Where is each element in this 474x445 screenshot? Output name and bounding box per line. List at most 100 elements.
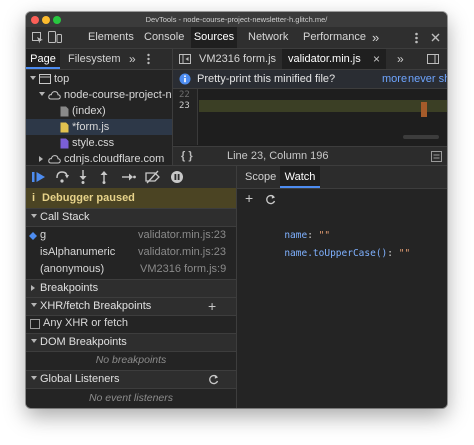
expanded-arrow-icon [31,214,37,218]
xhr-breakpoints-header[interactable]: XHR/fetch Breakpoints + [26,297,236,316]
any-xhr-checkbox[interactable] [30,319,40,329]
refresh-icon[interactable] [208,374,219,385]
cursor-position: Line 23, Column 196 [227,150,329,162]
tab-sources[interactable]: Sources [191,27,237,48]
pretty-print-button[interactable]: { } [181,147,193,166]
frame-name: g [40,229,47,241]
debugger-sidebar: i Debugger paused Call Stack g validator… [26,166,237,408]
watch-expression-row[interactable]: name.toUpperCase(): "" [250,237,410,270]
section-title: Breakpoints [40,282,99,294]
add-xhr-breakpoint-button[interactable]: + [208,298,216,315]
cloud-icon [48,155,61,164]
call-frame-row[interactable]: (anonymous) VM2316 form.js:9 [26,261,236,278]
tree-label: (index) [72,105,106,117]
collapsed-arrow-icon [39,156,43,162]
close-tab-icon[interactable]: × [373,49,380,69]
dom-breakpoints-header[interactable]: DOM Breakpoints [26,333,236,352]
scroll-marker-small [421,113,427,117]
collapsed-arrow-icon [31,285,35,291]
close-window-button[interactable] [31,16,39,24]
infobar-more-link[interactable]: more [382,70,407,88]
watch-separator: : [387,248,399,259]
source-editor: VM2316 form.js validator.min.js × » Pret… [173,49,447,166]
tab-performance[interactable]: Performance [303,27,366,48]
section-title: DOM Breakpoints [40,336,127,348]
editor-tab-validator[interactable]: validator.min.js × [282,49,386,69]
inspect-element-icon[interactable] [32,32,44,44]
tab-console[interactable]: Console [144,27,184,48]
editor-more-icon[interactable]: » [397,49,404,69]
debugger-paused-banner: i Debugger paused [26,188,236,208]
script-file-icon [60,122,69,133]
call-stack-header[interactable]: Call Stack [26,208,236,227]
toggle-navigator-icon[interactable] [179,54,191,64]
refresh-watch-icon[interactable] [265,194,276,205]
tab-scope[interactable]: Scope [245,166,276,188]
global-listeners-header[interactable]: Global Listeners [26,370,236,389]
scope-watch-tabs: Scope Watch [237,166,447,189]
tree-item-form-js[interactable]: *form.js [26,119,172,135]
paused-label: Debugger paused [42,192,135,204]
coverage-icon[interactable] [431,151,442,162]
tab-elements[interactable]: Elements [88,27,134,48]
never-show-link[interactable]: never show [408,70,447,88]
add-watch-expression-button[interactable]: + [245,190,253,206]
file-navigator: Page Filesystem » top node-course-projec… [26,49,178,165]
stylesheet-file-icon [60,138,69,149]
section-title: Call Stack [40,211,90,223]
step-into-icon[interactable] [78,170,88,184]
minimize-window-button[interactable] [42,16,50,24]
device-toolbar-icon[interactable] [48,31,62,44]
devtools-window: DevTools - node-course-project-newslette… [26,12,447,408]
line-number: 23 [179,101,190,111]
zoom-window-button[interactable] [53,16,61,24]
expanded-arrow-icon [31,339,37,343]
debugger-toolbar [26,166,236,189]
watch-pane: Scope Watch + name: "" name.toUpperCase(… [237,166,447,408]
navigator-menu-icon[interactable] [146,53,151,65]
editor-status-bar: { } Line 23, Column 196 [173,146,447,166]
document-icon [60,106,69,117]
navigator-tab-bar: Page Filesystem » [26,49,172,70]
section-title: Global Listeners [40,373,120,385]
current-frame-icon [29,232,37,240]
frame-icon [39,74,51,84]
navigator-more-icon[interactable]: » [129,49,136,69]
close-devtools-icon[interactable] [431,33,440,42]
section-title: XHR/fetch Breakpoints [40,300,152,312]
pretty-print-infobar: Pretty-print this minified file? more ne… [173,70,447,89]
tree-label: top [54,73,70,85]
editor-tab-label: validator.min.js [288,53,361,65]
code-area[interactable]: 22 23 ){if(!("string"==typeof e||e insta… [173,89,447,145]
editor-tab-form-js[interactable]: VM2316 form.js [199,49,276,69]
expand-arrow-icon [39,92,45,96]
step-over-icon[interactable] [55,170,69,183]
pause-on-exceptions-icon[interactable] [170,170,184,184]
tab-watch[interactable]: Watch [280,166,320,188]
kebab-menu-icon[interactable] [414,32,419,44]
tree-label: *form.js [72,121,110,133]
more-tabs-icon[interactable]: » [372,27,379,48]
resume-icon[interactable] [32,171,46,183]
any-xhr-label: Any XHR or fetch [43,317,128,329]
title-bar: DevTools - node-course-project-newslette… [26,12,447,27]
toggle-debugger-icon[interactable] [427,54,439,64]
breakpoints-header[interactable]: Breakpoints [26,279,236,298]
window-title: DevTools - node-course-project-newslette… [145,15,328,24]
deactivate-breakpoints-icon[interactable] [145,170,161,184]
tree-label: node-course-project-ne [64,89,178,101]
tab-page[interactable]: Page [26,49,60,69]
cloud-icon [48,91,61,100]
call-frame-row[interactable]: isAlphanumeric validator.min.js:23 [26,244,236,261]
step-out-icon[interactable] [99,170,109,184]
main-tab-bar: Elements Console Sources Network Perform… [26,27,447,49]
paused-info-icon: i [32,192,36,204]
info-icon [179,73,191,85]
watch-expression-value: "" [398,248,411,259]
step-icon[interactable] [122,171,136,183]
any-xhr-row[interactable]: Any XHR or fetch [26,315,236,332]
horizontal-scrollbar[interactable] [403,135,439,139]
tab-filesystem[interactable]: Filesystem [68,49,121,69]
call-frame-row[interactable]: g validator.min.js:23 [26,227,236,244]
tab-network[interactable]: Network [248,27,288,48]
